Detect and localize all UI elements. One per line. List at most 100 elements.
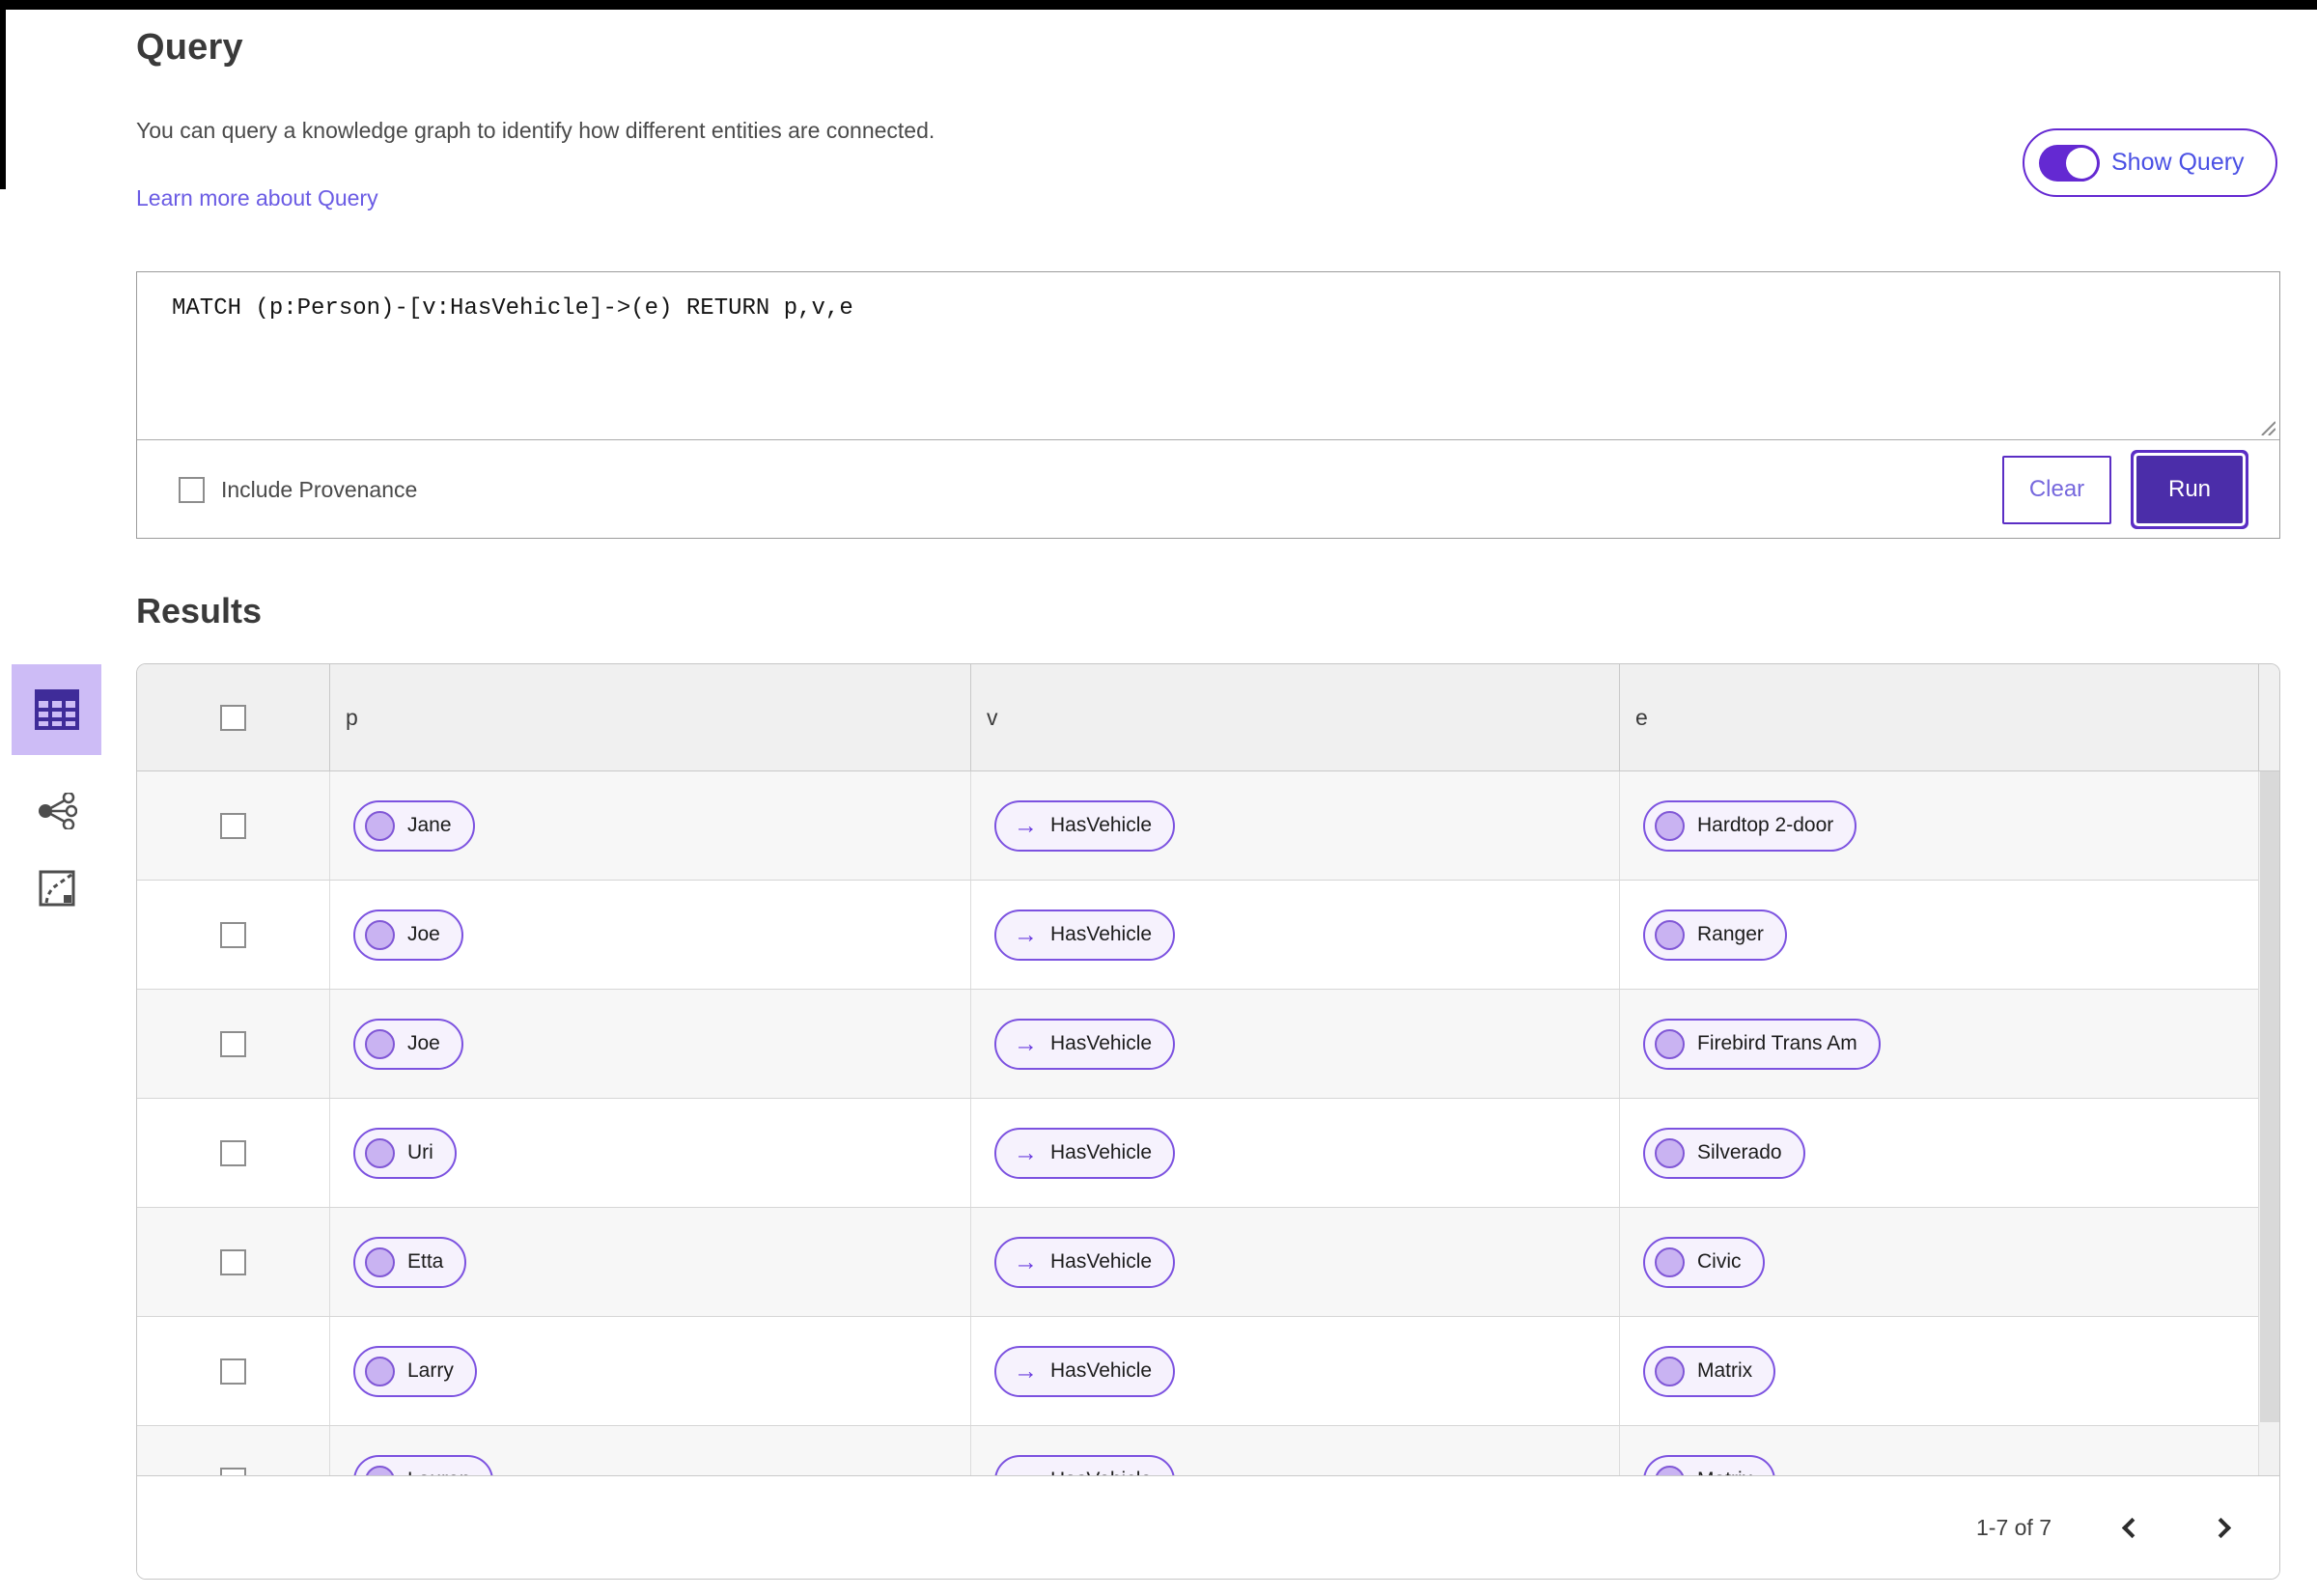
- map-route-icon: [39, 870, 74, 907]
- node-chip[interactable]: Ranger: [1643, 909, 1787, 961]
- node-chip[interactable]: Hardtop 2-door: [1643, 799, 1857, 852]
- edge-chip[interactable]: → HasVehicle: [994, 1345, 1176, 1397]
- chip-label: Etta: [407, 1250, 444, 1273]
- chip-label: Ranger: [1697, 923, 1764, 945]
- node-icon: [365, 810, 395, 841]
- arrow-right-icon: →: [1014, 811, 1038, 839]
- clear-button[interactable]: Clear: [2002, 455, 2111, 524]
- node-chip[interactable]: Uri: [353, 1127, 457, 1179]
- chip-label: HasVehicle: [1050, 1359, 1153, 1382]
- node-chip[interactable]: Lauren: [353, 1454, 494, 1475]
- arrow-right-icon: →: [1014, 1247, 1038, 1275]
- row-checkbox[interactable]: [220, 921, 246, 948]
- chevron-left-icon: [2121, 1517, 2142, 1538]
- row-checkbox[interactable]: [220, 1139, 246, 1166]
- map-view-button[interactable]: [36, 867, 78, 910]
- row-checkbox[interactable]: [220, 1467, 246, 1475]
- row-checkbox[interactable]: [220, 1030, 246, 1057]
- row-checkbox[interactable]: [220, 1248, 246, 1275]
- query-textarea[interactable]: MATCH (p:Person)-[v:HasVehicle]->(e) RET…: [137, 272, 2279, 440]
- chip-label: HasVehicle: [1050, 1250, 1153, 1273]
- next-page-button[interactable]: [2206, 1510, 2241, 1545]
- toggle-switch-icon[interactable]: [2039, 144, 2100, 182]
- chip-label: Joe: [407, 1032, 440, 1054]
- table-icon: [34, 689, 79, 730]
- column-header-v[interactable]: v: [970, 664, 1619, 770]
- arrow-right-icon: →: [1014, 1357, 1038, 1385]
- previous-page-button[interactable]: [2111, 1510, 2146, 1545]
- include-provenance-checkbox[interactable]: [179, 476, 205, 503]
- chip-label: Larry: [407, 1359, 454, 1382]
- node-icon: [1655, 1465, 1685, 1475]
- row-checkbox[interactable]: [220, 1358, 246, 1385]
- table-row: Joe → HasVehicle Ranger: [137, 881, 2279, 990]
- node-chip[interactable]: Firebird Trans Am: [1643, 1018, 1881, 1070]
- run-button[interactable]: Run: [2136, 456, 2243, 523]
- table-row: Larry → HasVehicle Matrix: [137, 1317, 2279, 1426]
- chip-label: HasVehicle: [1050, 1032, 1153, 1054]
- table-row: Uri → HasVehicle Silverado: [137, 1099, 2279, 1208]
- chip-label: Jane: [407, 814, 452, 836]
- window-border-left: [0, 0, 6, 189]
- chevron-right-icon: [2210, 1517, 2231, 1538]
- query-toolbar: Include Provenance Clear Run: [137, 440, 2279, 539]
- scrollbar-thumb[interactable]: [2260, 771, 2279, 1422]
- results-table: p v e Jane → HasVehicle Hardtop 2-door J…: [136, 663, 2280, 1580]
- chip-label: Matrix: [1697, 1359, 1753, 1382]
- row-checkbox[interactable]: [220, 812, 246, 839]
- select-all-checkbox[interactable]: [220, 704, 246, 731]
- node-chip[interactable]: Jane: [353, 799, 475, 852]
- node-icon: [365, 1137, 395, 1168]
- node-chip[interactable]: Civic: [1643, 1236, 1765, 1288]
- chip-label: Lauren: [407, 1469, 470, 1475]
- arrow-right-icon: →: [1006, 1468, 1038, 1475]
- edge-chip[interactable]: → HasVehicle: [994, 1236, 1176, 1288]
- query-text: MATCH (p:Person)-[v:HasVehicle]->(e) RET…: [172, 295, 853, 322]
- node-icon: [1655, 1028, 1685, 1059]
- show-query-toggle[interactable]: Show Query: [2023, 128, 2277, 197]
- node-icon: [365, 1465, 395, 1475]
- node-chip[interactable]: Silverado: [1643, 1127, 1805, 1179]
- edge-chip[interactable]: → HasVehicle: [994, 1454, 1176, 1475]
- node-chip[interactable]: Joe: [353, 909, 463, 961]
- node-icon: [365, 919, 395, 950]
- graph-view-button[interactable]: [36, 790, 78, 832]
- node-chip[interactable]: Matrix: [1643, 1345, 1776, 1397]
- chip-label: Uri: [407, 1141, 433, 1163]
- node-icon: [1655, 1246, 1685, 1277]
- chip-label: Silverado: [1697, 1141, 1782, 1163]
- query-description: You can query a knowledge graph to ident…: [136, 118, 935, 143]
- include-provenance-label: Include Provenance: [221, 476, 418, 502]
- node-chip[interactable]: Matrix: [1643, 1454, 1776, 1475]
- node-chip[interactable]: Joe: [353, 1018, 463, 1070]
- network-graph-icon: [38, 793, 77, 829]
- node-icon: [1655, 810, 1685, 841]
- window-border-top: [0, 0, 2317, 10]
- results-title: Results: [136, 591, 263, 630]
- edge-chip[interactable]: → HasVehicle: [994, 909, 1176, 961]
- node-icon: [1655, 1137, 1685, 1168]
- chip-label: HasVehicle: [1050, 1469, 1152, 1475]
- table-row: Etta → HasVehicle Civic: [137, 1208, 2279, 1317]
- node-chip[interactable]: Etta: [353, 1236, 467, 1288]
- edge-chip[interactable]: → HasVehicle: [994, 1127, 1176, 1179]
- node-icon: [365, 1246, 395, 1277]
- resize-handle-icon[interactable]: [2258, 418, 2275, 435]
- table-scrollbar[interactable]: [2258, 771, 2279, 1475]
- node-icon: [365, 1028, 395, 1059]
- table-view-button[interactable]: [12, 664, 101, 755]
- toggle-knob: [2066, 147, 2097, 179]
- column-header-e[interactable]: e: [1619, 664, 2258, 770]
- results-view-switcher: [12, 664, 101, 910]
- node-icon: [1655, 919, 1685, 950]
- column-header-p[interactable]: p: [329, 664, 970, 770]
- results-table-header: p v e: [137, 664, 2279, 771]
- node-chip[interactable]: Larry: [353, 1345, 477, 1397]
- include-provenance-option[interactable]: Include Provenance: [179, 476, 418, 503]
- table-row: Jane → HasVehicle Hardtop 2-door: [137, 771, 2279, 881]
- arrow-right-icon: →: [1014, 1029, 1038, 1057]
- edge-chip[interactable]: → HasVehicle: [994, 799, 1176, 852]
- edge-chip[interactable]: → HasVehicle: [994, 1018, 1176, 1070]
- pagination-range: 1-7 of 7: [1976, 1514, 2052, 1540]
- learn-more-link[interactable]: Learn more about Query: [136, 185, 378, 211]
